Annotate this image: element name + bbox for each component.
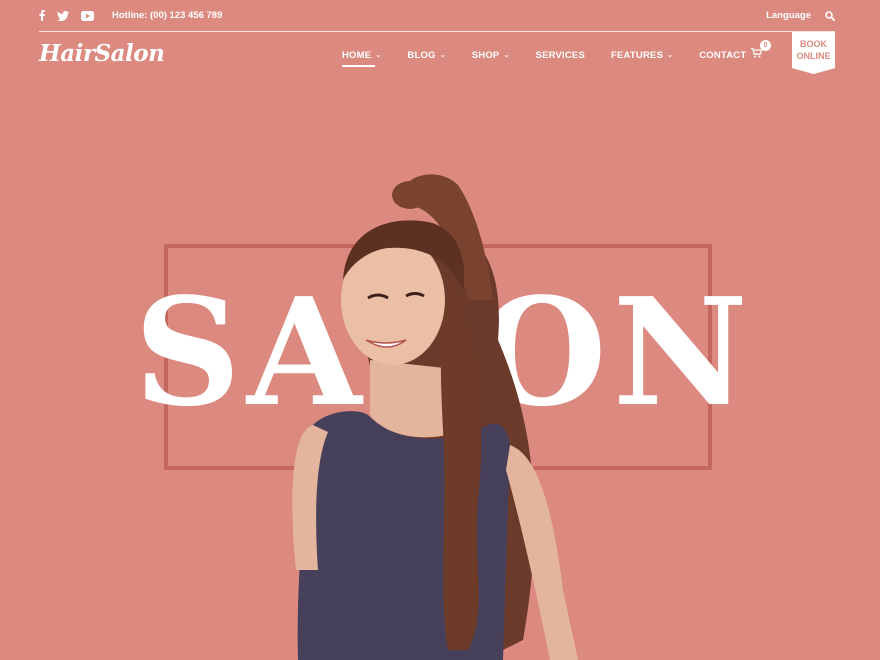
nav-item-home[interactable]: HOME ⌄ <box>342 48 382 67</box>
top-bar-left: Hotline: (00) 123 456 789 <box>39 10 222 21</box>
nav-item-features[interactable]: FEATURES ⌄ <box>611 48 673 62</box>
nav-item-label: HOME <box>342 49 372 61</box>
nav-item-contact[interactable]: CONTACT <box>699 48 746 62</box>
chevron-down-icon: ⌄ <box>439 52 446 59</box>
nav-item-label: SERVICES <box>535 49 586 61</box>
book-online-label-line2: ONLINE <box>796 51 831 61</box>
language-selector[interactable]: Language <box>766 10 811 21</box>
book-online-label-line1: BOOK <box>800 39 827 49</box>
nav-item-services[interactable]: SERVICES <box>536 48 585 62</box>
chevron-down-icon: ⌄ <box>503 52 510 59</box>
twitter-icon[interactable] <box>57 10 69 21</box>
hero-model-image <box>292 174 578 660</box>
site-logo[interactable]: HairSalon <box>39 40 165 67</box>
search-icon[interactable] <box>825 10 835 21</box>
top-bar: Hotline: (00) 123 456 789 Language <box>39 0 835 31</box>
cart-icon <box>751 48 762 58</box>
chevron-down-icon: ⌄ <box>667 52 674 59</box>
header-divider <box>39 31 835 32</box>
nav-item-blog[interactable]: BLOG ⌄ <box>407 48 445 62</box>
nav-item-label: SHOP <box>471 49 500 61</box>
main-nav: HOME ⌄ BLOG ⌄ SHOP ⌄ SERVICES FEATURES ⌄ CON… <box>342 48 772 67</box>
nav-item-label: CONTACT <box>699 49 747 61</box>
top-bar-right: Language <box>766 10 835 21</box>
chevron-down-icon: ⌄ <box>375 52 382 59</box>
facebook-icon[interactable] <box>39 10 45 21</box>
hotline-text: Hotline: (00) 123 456 789 <box>112 10 223 21</box>
nav-item-label: FEATURES <box>611 49 664 61</box>
cart-button[interactable]: 0 <box>751 40 771 58</box>
youtube-icon[interactable] <box>81 10 94 21</box>
book-online-button[interactable]: BOOK ONLINE <box>792 32 835 74</box>
nav-item-label: BLOG <box>407 49 436 61</box>
cart-count-badge: 0 <box>760 40 771 51</box>
nav-item-shop[interactable]: SHOP ⌄ <box>472 48 510 62</box>
